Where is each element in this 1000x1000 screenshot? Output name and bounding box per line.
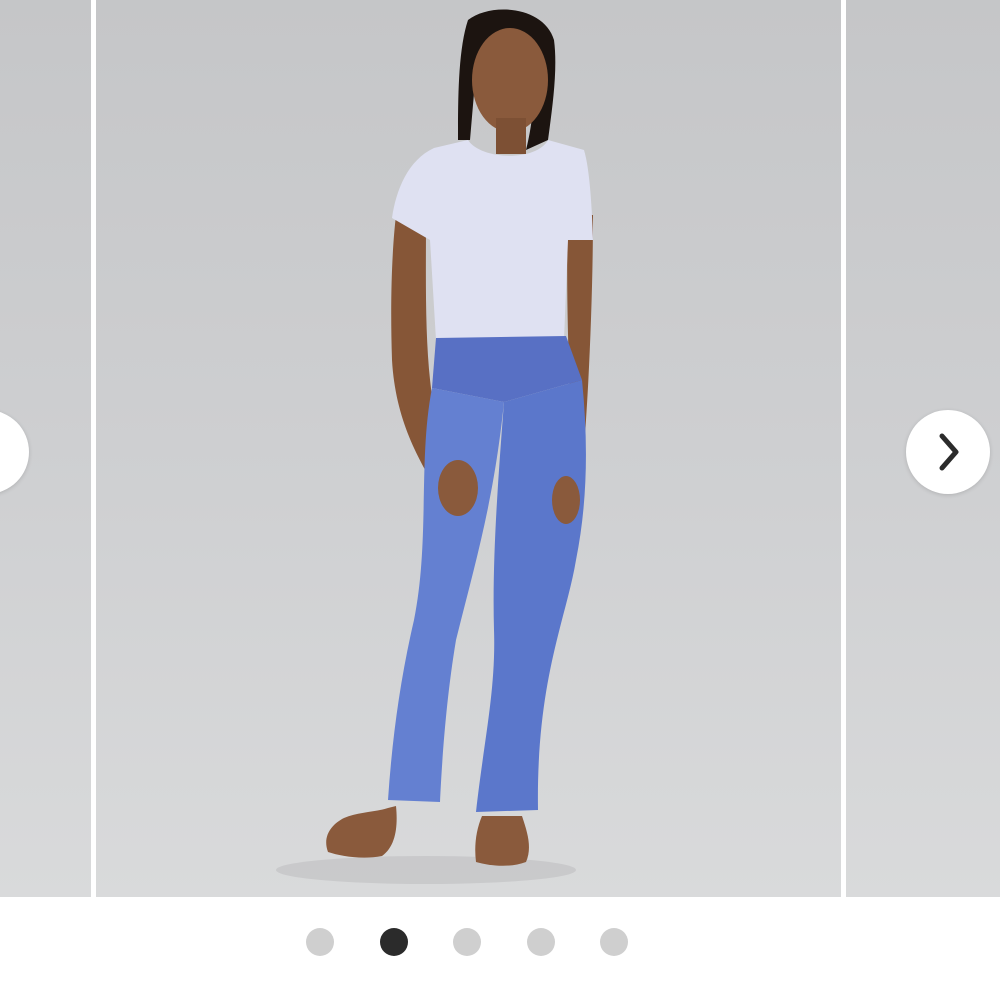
chevron-left-icon <box>0 432 1 472</box>
pagination-dot[interactable] <box>453 928 481 956</box>
product-image-carousel <box>0 0 1000 897</box>
carousel-pagination <box>306 928 628 956</box>
product-photo <box>276 9 593 884</box>
pagination-dot[interactable] <box>379 928 408 956</box>
pagination-dot[interactable] <box>600 928 628 956</box>
chevron-right-icon <box>939 433 959 471</box>
pagination-dot[interactable] <box>306 928 334 956</box>
current-slide-image[interactable] <box>96 0 841 897</box>
next-slide-button[interactable] <box>906 410 990 494</box>
pagination-dot[interactable] <box>526 928 555 956</box>
